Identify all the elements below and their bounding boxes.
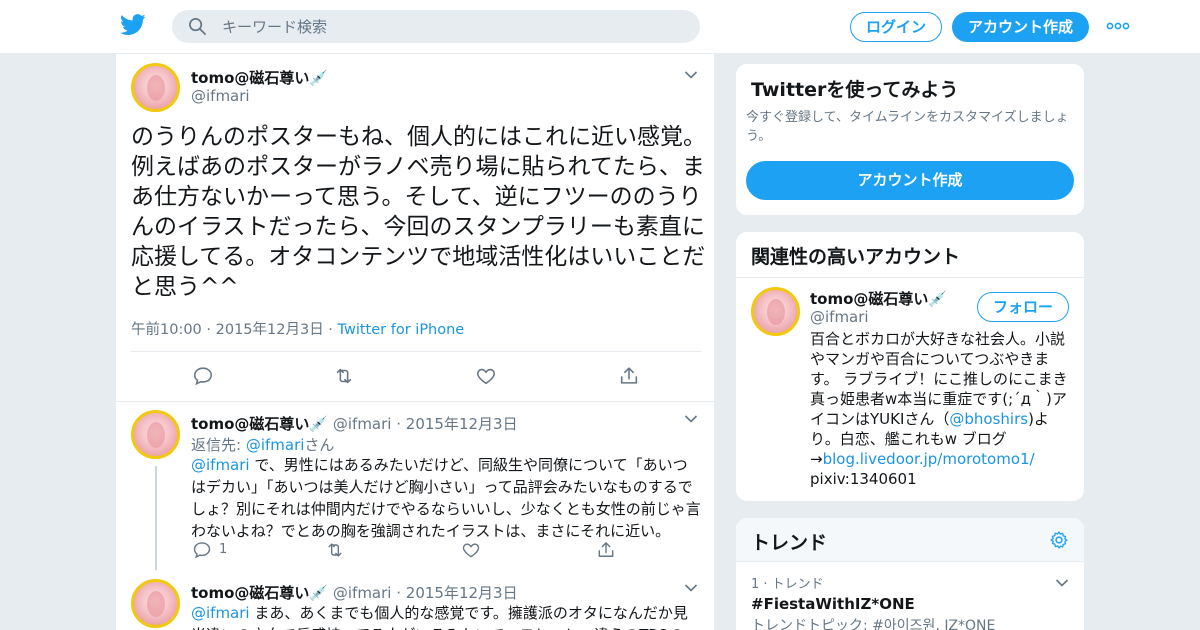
share-icon[interactable] [596,540,616,560]
chevron-down-icon[interactable] [684,70,698,80]
trend-name[interactable]: #FiestaWithIZ*ONE [751,595,915,613]
reply-text-body: で、男性にはあるみたいだけど、同級生や同僚について「あいつはデカい」「あいつは美… [191,456,701,540]
bio-url-link[interactable]: blog.livedoor.jp/morotomo1/ [823,450,1035,468]
twitter-bird-icon[interactable] [120,14,146,36]
mention-link[interactable]: @ifmari [191,604,250,622]
author-handle[interactable]: @ifmari [191,87,250,105]
related-account-bio: 百合とボカロが大好きな社会人。小説やマンガや百合についてつぶやきます。 ラブライ… [810,329,1072,489]
replying-to-suffix: さん [304,436,335,454]
trends-header: トレンド [736,518,1084,562]
reply-date[interactable]: · 2015年12月3日 [396,415,517,433]
retweet-icon[interactable] [325,540,345,560]
signup-card: Twitterを使ってみよう 今すぐ登録して、タイムラインをカスタマイズしましょ… [735,63,1085,216]
chevron-down-icon[interactable] [1055,578,1069,588]
like-icon[interactable] [461,540,481,560]
divider [131,351,701,352]
like-icon[interactable] [475,365,497,387]
retweet-icon[interactable] [333,365,355,387]
author-name[interactable]: tomo@磁石尊い💉 [191,67,328,88]
reply-author-name[interactable]: tomo@磁石尊い💉 [191,584,328,602]
related-account-handle[interactable]: @ifmari [810,308,869,326]
reply-text: @ifmari で、男性にはあるみたいだけど、同級生や同僚について「あいつはデカ… [191,454,701,542]
signup-card-button[interactable]: アカウント作成 [746,161,1074,200]
search-input[interactable] [222,10,682,43]
trend-rank: 1 · トレンド [751,577,824,592]
reply-text: @ifmari まあ、あくまでも個人的な感覚です。擁護派のオタになんだか見当違い… [191,602,701,630]
avatar[interactable] [751,287,800,336]
related-accounts-title: 関連性の高いアカウント [751,246,961,268]
more-options-icon[interactable] [1106,18,1130,34]
top-navigation-bar: ログイン アカウント作成 [0,0,1200,54]
meta-separator: · [323,322,338,338]
gear-icon[interactable] [1049,530,1069,550]
bio-mention-link[interactable]: @bhoshirs [949,410,1028,428]
replying-to-label: 返信先: [191,436,246,454]
login-button[interactable]: ログイン [850,12,942,42]
search-icon [189,18,206,35]
bio-text: pixiv:1340601 [810,470,917,488]
signup-card-title: Twitterを使ってみよう [751,79,959,101]
reply-author-handle[interactable]: @ifmari [333,415,392,433]
related-account-name[interactable]: tomo@磁石尊い💉 [810,288,947,309]
reply-date[interactable]: · 2015年12月3日 [396,584,517,602]
reply-icon[interactable] [192,540,212,560]
reply-text-body: まあ、あくまでも個人的な感覚です。擁護派のオタになんだか見当違いの方向で反感持っ… [191,604,688,630]
search-box [172,10,700,43]
tweet-timestamp[interactable]: 午前10:00 · 2015年12月3日 [131,322,324,338]
reply-count: 1 [219,542,228,557]
avatar[interactable] [131,63,180,112]
reply-icon[interactable] [192,365,214,387]
chevron-down-icon[interactable] [684,583,698,593]
avatar[interactable] [131,579,180,628]
section-divider [116,401,714,402]
reply-header: tomo@磁石尊い💉 @ifmari · 2015年12月3日 [191,413,518,434]
trend-related-topics[interactable]: トレンドトピック: #아이즈원, IZ*ONE [751,617,995,630]
share-icon[interactable] [618,365,640,387]
tweet-source-link[interactable]: Twitter for iPhone [338,322,465,338]
follow-button[interactable]: フォロー [977,292,1069,322]
trends-card: トレンド 1 · トレンド #FiestaWithIZ*ONE トレンドトピック… [735,517,1085,630]
tweet-column: tomo@磁石尊い💉 @ifmari のうりんのポスターもね、個人的にはこれに近… [115,54,715,630]
signup-card-description: 今すぐ登録して、タイムラインをカスタマイズしましょう。 [746,110,1069,144]
signup-button[interactable]: アカウント作成 [952,12,1089,42]
mention-link[interactable]: @ifmari [191,456,250,474]
divider [736,277,1084,278]
reply-author-name[interactable]: tomo@磁石尊い💉 [191,415,328,433]
replying-to-handle[interactable]: @ifmari [246,436,305,454]
replying-to: 返信先: @ifmariさん [191,434,334,455]
tweet-meta: 午前10:00 · 2015年12月3日 · Twitter for iPhon… [131,318,464,339]
avatar[interactable] [131,410,180,459]
related-accounts-card: 関連性の高いアカウント tomo@磁石尊い💉 @ifmari フォロー 百合とボ… [735,231,1085,502]
tweet-text: のうりんのポスターもね、個人的にはこれに近い感覚。例えばあのポスターがラノベ売り… [131,124,706,300]
thread-line [155,466,157,570]
chevron-down-icon[interactable] [684,414,698,424]
reply-header: tomo@磁石尊い💉 @ifmari · 2015年12月3日 [191,582,518,603]
reply-author-handle[interactable]: @ifmari [333,584,392,602]
trends-title: トレンド [751,532,828,554]
